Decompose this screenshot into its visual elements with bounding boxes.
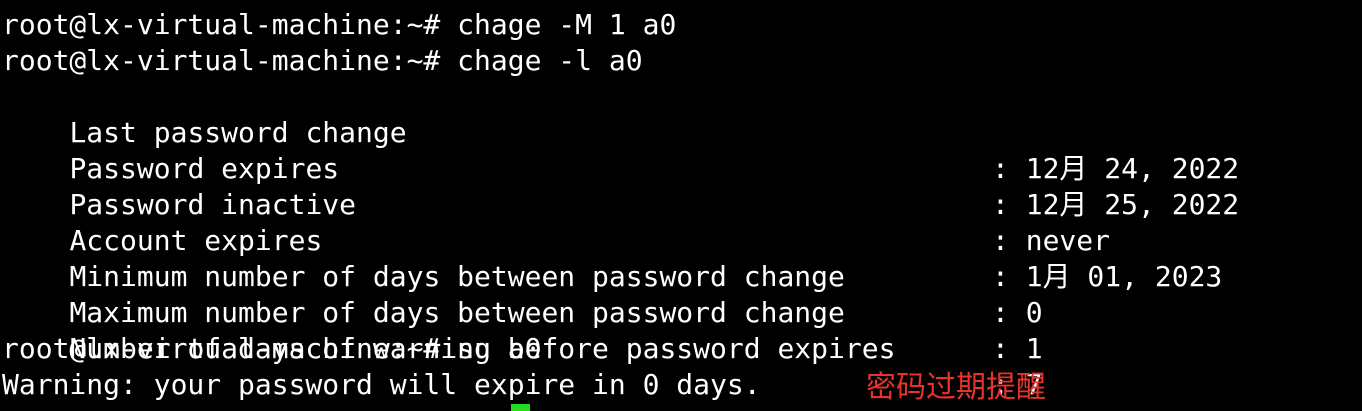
field-value: : 0 <box>992 296 1043 329</box>
field-row-password-inactive: Password inactive : never <box>2 151 1110 257</box>
field-value: : 1月 01, 2023 <box>992 260 1223 293</box>
command-line-chage-max: root@lx-virtual-machine:~# chage -M 1 a0 <box>2 8 677 41</box>
field-row-last-password-change: Last password change : 12月 24, 2022 <box>2 79 1239 185</box>
field-row-warning-days: Number of days of warning before passwor… <box>2 295 1042 401</box>
field-value: : 12月 24, 2022 <box>992 152 1240 185</box>
terminal-cursor <box>511 404 530 411</box>
annotation-label: 密码过期提醒 <box>866 370 1046 405</box>
field-row-account-expires: Account expires : 1月 01, 2023 <box>2 187 1222 293</box>
field-value: : 1 <box>992 332 1043 365</box>
field-row-maximum-days: Maximum number of days between password … <box>2 259 1042 365</box>
field-value: : never <box>992 224 1111 257</box>
terminal-window[interactable]: root@lx-virtual-machine:~# chage -M 1 a0… <box>0 0 1362 411</box>
field-row-minimum-days: Minimum number of days between password … <box>2 223 1042 329</box>
command-line-su: root@lx-virtual-machine:~# su a0 <box>2 332 542 365</box>
command-line-chage-list: root@lx-virtual-machine:~# chage -l a0 <box>2 44 643 77</box>
field-row-password-expires: Password expires : 12月 25, 2022 <box>2 115 1239 221</box>
warning-message: Warning: your password will expire in 0 … <box>2 368 761 401</box>
field-value: : 12月 25, 2022 <box>992 188 1240 221</box>
